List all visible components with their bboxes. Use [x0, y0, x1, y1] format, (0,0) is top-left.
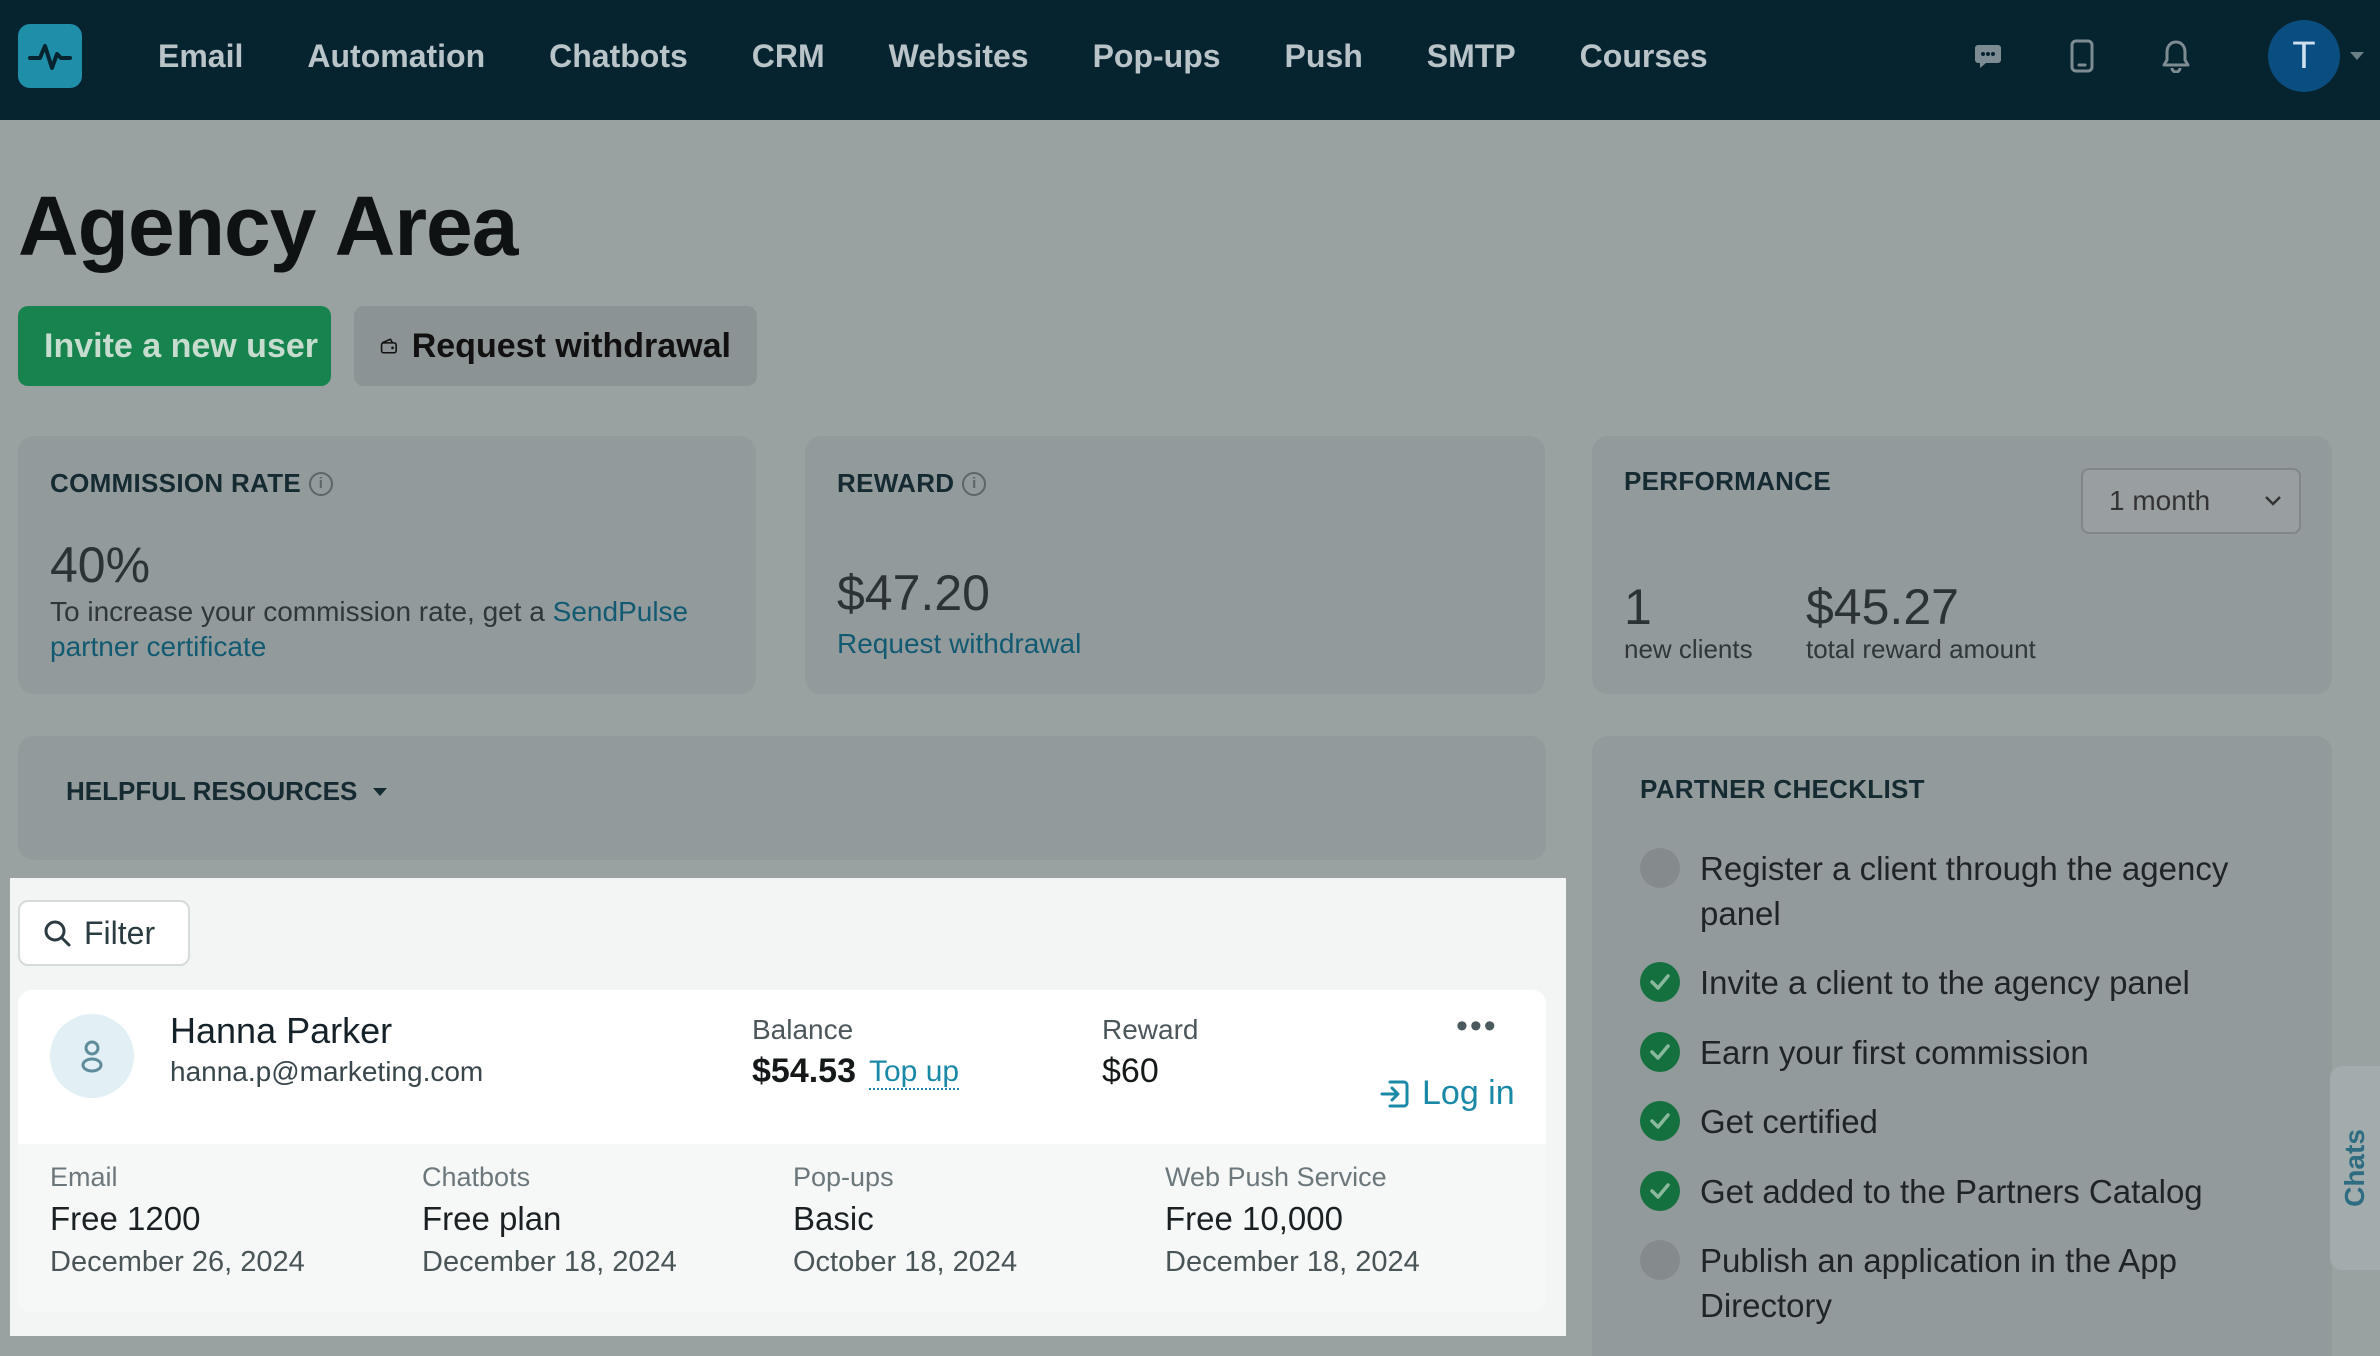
balance-label: Balance	[752, 1014, 854, 1045]
checklist-pending-icon	[1640, 1240, 1680, 1280]
log-in-label: Log in	[1422, 1074, 1515, 1112]
mobile-phone-icon[interactable]	[2062, 36, 2102, 76]
sendpulse-logo-icon[interactable]	[18, 24, 82, 88]
checklist-item: Earn your first commission	[1640, 1030, 2280, 1075]
main-nav: Email Automation Chatbots CRM Websites P…	[126, 0, 1740, 112]
service-plan: Free 10,000	[1165, 1200, 1343, 1237]
service-date: December 18, 2024	[422, 1246, 677, 1278]
nav-right-tools: T	[1941, 0, 2380, 112]
nav-item-automation[interactable]: Automation	[307, 38, 485, 75]
service-date: December 18, 2024	[1165, 1246, 1420, 1278]
commission-rate-value: 40%	[50, 537, 151, 593]
wallet-icon	[380, 338, 397, 354]
service-date: October 18, 2024	[793, 1246, 1018, 1278]
new-clients-value: 1	[1624, 579, 1652, 635]
checkmark-icon	[1640, 962, 1680, 1002]
commission-rate-label: COMMISSION RATE i	[50, 468, 334, 499]
filter-label: Filter	[84, 914, 156, 951]
user-avatar-icon	[50, 1014, 134, 1098]
more-options-icon[interactable]: •••	[1456, 1009, 1498, 1043]
chevron-down-icon	[2265, 496, 2281, 506]
nav-item-courses[interactable]: Courses	[1580, 38, 1708, 75]
total-reward-label: total reward amount	[1806, 634, 2036, 664]
performance-label: PERFORMANCE	[1624, 466, 1831, 496]
checklist-pending-icon	[1640, 848, 1680, 888]
checkmark-icon	[1640, 1171, 1680, 1211]
reward-value: $47.20	[837, 565, 990, 621]
checklist-item: Invite a client to the agency panel	[1640, 960, 2280, 1005]
user-avatar[interactable]: T	[2268, 20, 2340, 92]
checkmark-icon	[1640, 1101, 1680, 1141]
service-name: Email	[50, 1162, 118, 1192]
info-icon[interactable]: i	[962, 471, 987, 496]
client-name: Hanna Parker	[170, 1010, 393, 1051]
info-icon[interactable]: i	[309, 471, 334, 496]
nav-item-email[interactable]: Email	[158, 38, 243, 75]
checklist-item: Register a client through the agency pan…	[1640, 846, 2280, 936]
nav-item-push[interactable]: Push	[1285, 38, 1363, 75]
service-name: Web Push Service	[1165, 1162, 1387, 1192]
period-select[interactable]: 1 month	[2081, 468, 2301, 534]
helpful-resources-toggle[interactable]: HELPFUL RESOURCES	[66, 776, 388, 807]
client-email: hanna.p@marketing.com	[170, 1056, 484, 1087]
notification-bell-icon[interactable]	[2156, 36, 2196, 76]
page-title: Agency Area	[18, 179, 518, 273]
checkmark-icon	[1640, 1032, 1680, 1072]
partner-checklist-label: PARTNER CHECKLIST	[1640, 774, 1925, 804]
chat-bubble-icon[interactable]	[1968, 36, 2008, 76]
reward-label: Reward	[1102, 1014, 1199, 1045]
checklist-item: Publish an application in the App Direct…	[1640, 1238, 2280, 1328]
service-name: Chatbots	[422, 1162, 531, 1192]
service-name: Pop-ups	[793, 1162, 894, 1192]
checklist-item: Get certified	[1640, 1099, 2280, 1144]
invite-new-user-button[interactable]: Invite a new user	[18, 306, 331, 386]
period-select-value: 1 month	[2109, 485, 2211, 516]
nav-item-websites[interactable]: Websites	[889, 38, 1029, 75]
request-withdrawal-button[interactable]: Request withdrawal	[354, 306, 757, 386]
service-plan: Basic	[793, 1200, 874, 1237]
chevron-down-icon	[2350, 52, 2364, 60]
chats-side-tab[interactable]: Chats	[2330, 1066, 2380, 1270]
filter-button[interactable]: Filter	[18, 900, 190, 966]
user-menu[interactable]: T	[2268, 20, 2364, 92]
top-navigation-bar: Email Automation Chatbots CRM Websites P…	[0, 0, 2380, 120]
service-plan: Free plan	[422, 1200, 562, 1237]
nav-item-chatbots[interactable]: Chatbots	[549, 38, 688, 75]
nav-item-pop-ups[interactable]: Pop-ups	[1093, 38, 1221, 75]
reward-label: REWARD i	[837, 468, 987, 499]
client-card: Hanna Parker hanna.p@marketing.com Balan…	[18, 990, 1546, 1312]
caret-down-icon	[373, 787, 388, 796]
top-up-link[interactable]: Top up	[869, 1056, 960, 1090]
client-services: Email Free 1200 December 26, 2024 Chatbo…	[18, 1144, 1546, 1312]
commission-rate-hint: To increase your commission rate, get a …	[50, 596, 689, 662]
search-icon	[44, 920, 71, 947]
nav-item-crm[interactable]: CRM	[752, 38, 825, 75]
nav-item-smtp[interactable]: SMTP	[1427, 38, 1516, 75]
chats-tab-label: Chats	[2339, 1129, 2371, 1207]
reward-value: $60	[1102, 1052, 1159, 1090]
request-withdrawal-label: Request withdrawal	[411, 326, 731, 365]
new-clients-label: new clients	[1624, 634, 1753, 664]
request-withdrawal-link[interactable]: Request withdrawal	[837, 626, 1081, 661]
balance-value: $54.53	[752, 1052, 856, 1090]
service-plan: Free 1200	[50, 1200, 201, 1237]
total-reward-value: $45.27	[1806, 579, 1959, 635]
service-date: December 26, 2024	[50, 1246, 305, 1278]
checklist-item: Get added to the Partners Catalog	[1640, 1169, 2280, 1214]
log-in-button[interactable]: Log in	[1378, 1074, 1515, 1113]
login-icon	[1380, 1080, 1409, 1107]
